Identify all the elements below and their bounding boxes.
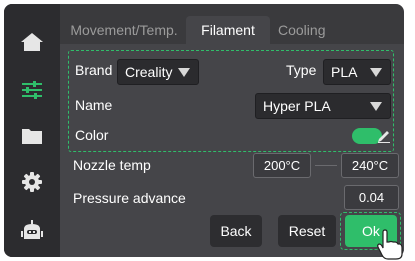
gear-icon xyxy=(22,172,42,192)
nozzle-temp-label: Nozzle temp xyxy=(73,157,151,173)
tab-movement-temp[interactable]: Movement/Temp. xyxy=(64,16,184,44)
name-value: Hyper PLA xyxy=(263,98,331,114)
range-separator xyxy=(315,165,337,166)
robot-icon xyxy=(21,220,43,239)
hand-cursor-icon xyxy=(377,228,403,260)
brand-label: Brand xyxy=(75,62,113,78)
tab-cooling[interactable]: Cooling xyxy=(272,16,348,44)
sliders-icon xyxy=(22,81,42,99)
name-dropdown[interactable]: Hyper PLA xyxy=(255,93,391,119)
sidebar-item-system[interactable] xyxy=(4,162,60,202)
printer-screen: Movement/Temp. Filament Cooling Brand Cr… xyxy=(4,4,404,257)
reset-button[interactable]: Reset xyxy=(278,215,336,247)
pencil-icon[interactable] xyxy=(377,127,391,143)
chevron-down-icon xyxy=(178,68,190,77)
pressure-advance-label: Pressure advance xyxy=(73,190,186,206)
folder-icon xyxy=(22,129,42,144)
brand-dropdown[interactable]: Creality xyxy=(117,59,199,85)
sidebar xyxy=(4,4,60,257)
device-frame: Movement/Temp. Filament Cooling Brand Cr… xyxy=(0,0,415,261)
chevron-down-icon xyxy=(370,102,382,111)
sidebar-item-settings[interactable] xyxy=(4,70,60,110)
nozzle-temp-max-input[interactable]: 240°C xyxy=(341,153,399,178)
back-button[interactable]: Back xyxy=(210,215,262,247)
pressure-advance-input[interactable]: 0.04 xyxy=(344,185,399,210)
tab-filament[interactable]: Filament xyxy=(186,16,270,44)
filament-panel: Brand Creality Type PLA Name Hyper PLA C… xyxy=(60,44,404,257)
color-label: Color xyxy=(75,127,109,143)
type-label: Type xyxy=(286,62,317,78)
sidebar-item-home[interactable] xyxy=(4,22,60,62)
type-dropdown[interactable]: PLA xyxy=(323,59,391,85)
filament-selection-group: Brand Creality Type PLA Name Hyper PLA C… xyxy=(68,50,394,152)
brand-value: Creality xyxy=(125,64,173,80)
nozzle-temp-min-input[interactable]: 200°C xyxy=(253,153,311,178)
sidebar-item-assistant[interactable] xyxy=(4,210,60,250)
chevron-down-icon xyxy=(370,68,382,77)
sidebar-item-files[interactable] xyxy=(4,116,60,156)
name-label: Name xyxy=(75,97,113,113)
tab-bar: Movement/Temp. Filament Cooling xyxy=(60,16,404,44)
type-value: PLA xyxy=(331,64,358,80)
home-icon xyxy=(21,33,43,51)
